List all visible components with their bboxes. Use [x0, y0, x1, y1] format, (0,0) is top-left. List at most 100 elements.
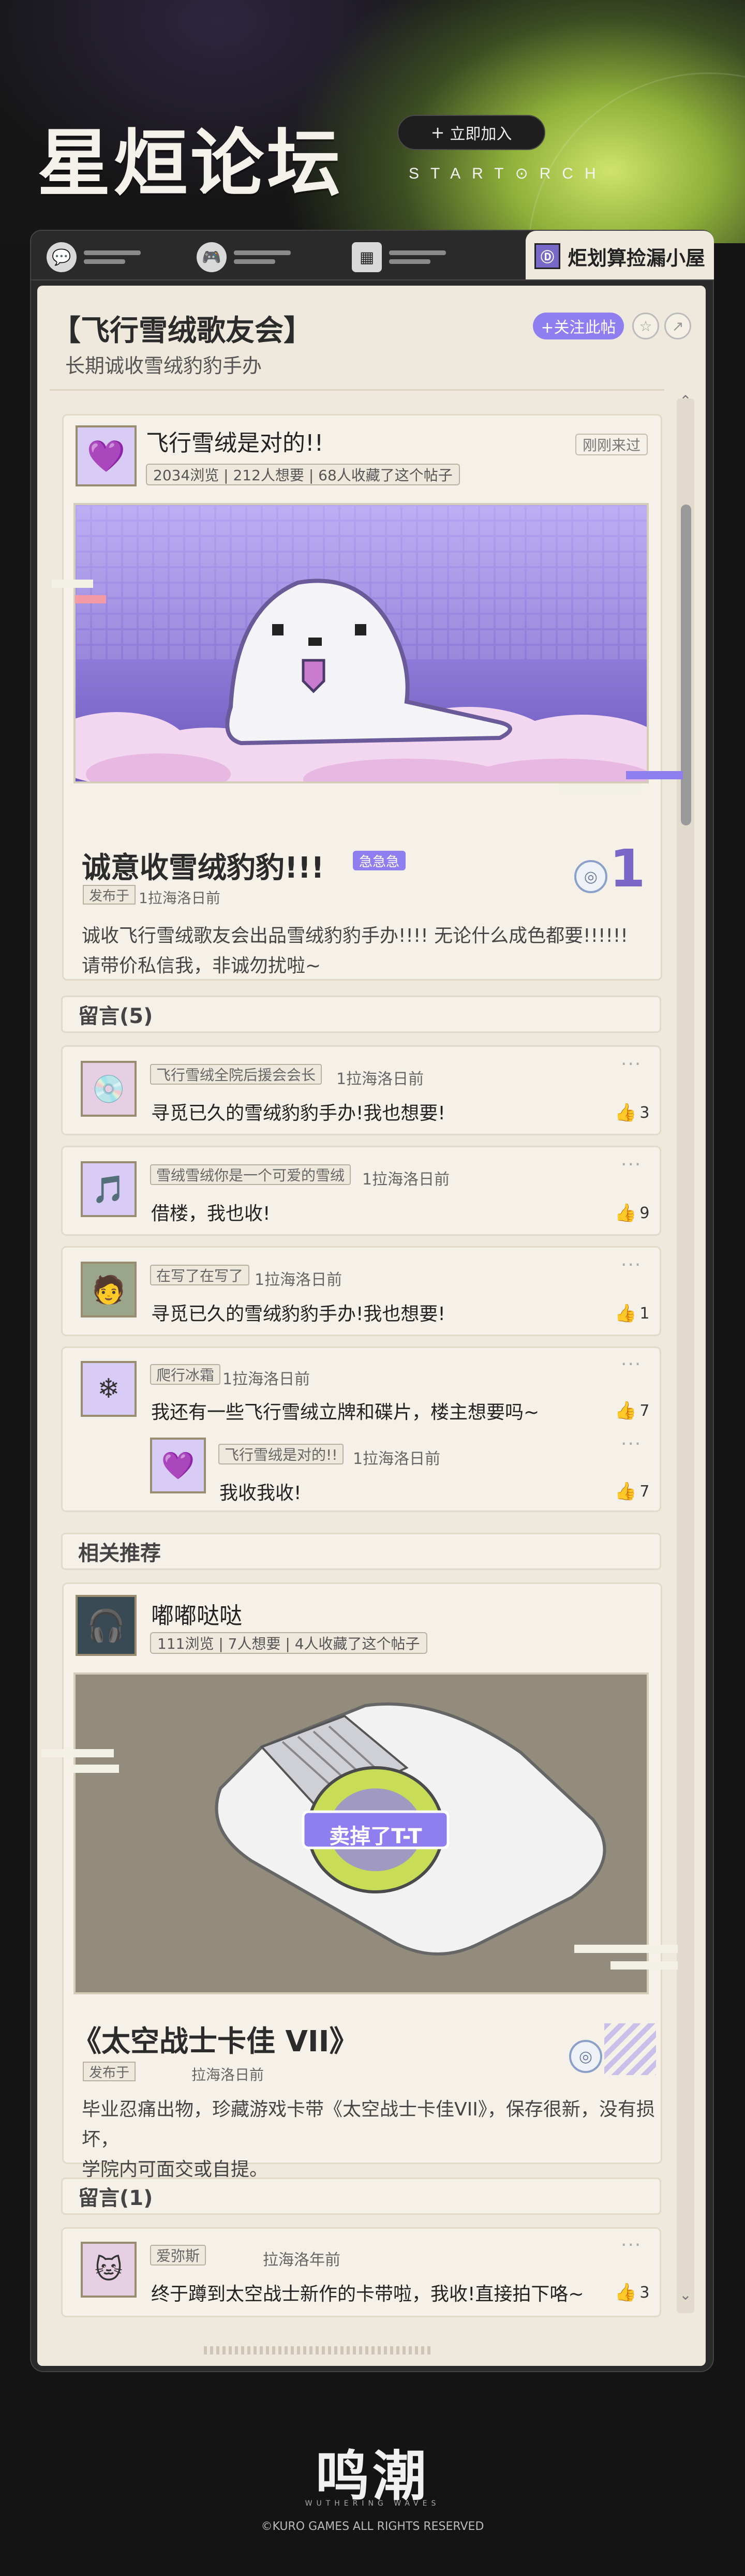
author-avatar[interactable]: 🎧	[76, 1595, 137, 1656]
header-banner: 星烜论坛 + 立即加入 START⊙RCH	[0, 0, 745, 243]
resize-grip[interactable]	[204, 2346, 431, 2355]
decorative-ring	[528, 72, 745, 243]
frame-icon: ▦	[352, 242, 382, 272]
decorative-stripe	[72, 1765, 119, 1773]
commenter-avatar[interactable]: ❄	[81, 1361, 137, 1417]
post-stats: 111浏览 | 7人想要 | 4人收藏了这个帖子	[150, 1632, 427, 1654]
thumbs-up-icon: 👍	[615, 1481, 637, 1502]
copyright: ©KURO GAMES ALL RIGHTS RESERVED	[261, 2520, 484, 2533]
rank-medal-icon: ◎	[569, 2040, 602, 2073]
comment-text: 寻觅已久的雪绒豹豹手办!我也想要!	[151, 1304, 445, 1325]
post-stats: 2034浏览 | 212人想要 | 68人收藏了这个帖子	[146, 464, 460, 485]
like-count: 3	[639, 1103, 650, 1122]
comment-time: 1拉海洛日前	[362, 1171, 450, 1189]
gamepad-icon: 🎮	[197, 242, 227, 272]
like-button[interactable]: 👍 3	[615, 1102, 649, 1123]
more-options-icon[interactable]: ···	[621, 1433, 642, 1455]
like-button[interactable]: 👍 7	[615, 1400, 649, 1421]
comments-header: 留言(1)	[61, 2178, 661, 2215]
snow-seal-pixel-art	[76, 505, 647, 781]
game-logo: 鸣潮	[315, 2445, 429, 2508]
more-options-icon[interactable]: ···	[621, 1054, 642, 1075]
more-options-icon[interactable]: ···	[621, 1354, 642, 1375]
decorative-stripe	[626, 771, 683, 779]
commenter-name[interactable]: 爱弥斯	[150, 2245, 206, 2266]
published-tag: 发布于	[83, 2062, 136, 2081]
commenter-avatar[interactable]: 🧑	[81, 1262, 137, 1317]
post-description: 毕业忍痛出物，珍藏游戏卡带《太空战士卡佳VII》，保存很新，没有损坏， 学院内可…	[82, 2095, 656, 2185]
commenter-name[interactable]: 在写了在写了	[150, 1265, 250, 1285]
decorative-stripe	[41, 1749, 114, 1757]
thumbs-up-icon: 👍	[615, 2282, 637, 2303]
reply-text: 我收我收!	[219, 1483, 302, 1504]
tab-bargain-hut[interactable]: Ⓓ 炬划算捡漏小屋	[526, 231, 714, 282]
commenter-name[interactable]: 爬行冰霜	[150, 1364, 221, 1385]
post-image[interactable]	[73, 503, 649, 783]
commenter-name[interactable]: 雪绒雪绒你是一个可爱的雪绒	[150, 1164, 351, 1185]
forum-tab-bar: 💬 🎮 ▦ Ⓓ 炬划算捡漏小屋	[30, 230, 714, 282]
thumbs-up-icon: 👍	[615, 1303, 637, 1324]
comment-text: 寻觅已久的雪绒豹豹手办!我也想要!	[151, 1103, 445, 1124]
decorative-stripe	[574, 1945, 678, 1953]
follow-post-button[interactable]: +关注此帖	[533, 313, 624, 339]
published-time: 1拉海洛日前	[139, 890, 220, 907]
decorative-stripe	[559, 784, 642, 792]
post-headline: 诚意收雪绒豹豹!!!	[82, 851, 324, 885]
tab-art[interactable]: ▦	[352, 242, 456, 272]
rank-placeholder-icon	[604, 2023, 656, 2075]
decorative-stripe	[75, 595, 106, 603]
page-title: 【飞行雪绒歌友会】	[52, 314, 312, 348]
reply-avatar[interactable]: 💜	[150, 1438, 206, 1493]
published-time: 拉海洛日前	[191, 2066, 264, 2083]
author-avatar[interactable]: 💜	[76, 425, 137, 486]
comment-text: 借楼，我也收!	[151, 1203, 271, 1224]
rank-number: 1	[609, 838, 646, 899]
page-subtitle: 长期诚收雪绒豹豹手办	[65, 354, 262, 377]
like-button[interactable]: 👍 7	[615, 1481, 649, 1502]
tab-bargain-hut-label: 炬划算捡漏小屋	[567, 246, 705, 270]
more-options-icon[interactable]: ···	[621, 1154, 642, 1175]
post-image[interactable]: 卖掉了T-T	[73, 1672, 649, 1994]
post-author-name[interactable]: 嘟嘟哒哒	[151, 1597, 242, 1630]
forum-title: 星烜论坛	[37, 121, 344, 206]
scroll-down-arrow-icon[interactable]: ⌄	[677, 2286, 694, 2307]
plus-icon: +	[430, 123, 445, 142]
rank-medal-icon: ◎	[574, 860, 607, 893]
decorative-stripe	[610, 1961, 678, 1970]
comment-time: 拉海洛年前	[263, 2251, 340, 2269]
share-icon[interactable]: ↗	[664, 313, 691, 339]
reply-author-name[interactable]: 飞行雪绒是对的!!	[218, 1444, 344, 1464]
comment-text: 我还有一些飞行雪绒立牌和碟片，楼主想要吗~	[151, 1402, 540, 1423]
like-count: 3	[639, 2283, 650, 2302]
post-author-name[interactable]: 飞行雪绒是对的!!	[146, 424, 323, 457]
commenter-avatar[interactable]: 💿	[81, 1061, 137, 1117]
commenter-avatar[interactable]: 🐱	[81, 2242, 137, 2298]
join-button-label: 立即加入	[450, 125, 512, 143]
like-count: 1	[639, 1304, 650, 1323]
like-button[interactable]: 👍 9	[615, 1203, 649, 1223]
more-options-icon[interactable]: ···	[621, 2234, 642, 2256]
like-count: 7	[639, 1482, 650, 1501]
like-button[interactable]: 👍 3	[615, 2282, 649, 2303]
comment-time: 1拉海洛日前	[222, 1370, 310, 1388]
tab-chat[interactable]: 💬	[47, 242, 151, 272]
published-tag: 发布于	[83, 885, 136, 905]
comment-time: 1拉海洛日前	[336, 1070, 424, 1088]
sold-out-label: 卖掉了T-T	[329, 1825, 422, 1848]
thumbs-up-icon: 👍	[615, 1203, 637, 1223]
tab-badge-icon: Ⓓ	[534, 243, 560, 269]
post-headline: 《太空战士卡佳 VII》	[72, 2025, 359, 2059]
like-count: 7	[639, 1401, 650, 1420]
thumbs-up-icon: 👍	[615, 1102, 637, 1123]
like-button[interactable]: 👍 1	[615, 1303, 649, 1324]
post-description-line: 请带价私信我，非诚勿扰啦~	[82, 955, 321, 976]
more-options-icon[interactable]: ···	[621, 1254, 642, 1276]
commenter-avatar[interactable]: 🎵	[81, 1161, 137, 1217]
comments-header: 留言(5)	[61, 996, 661, 1033]
favorite-star-icon[interactable]: ☆	[632, 313, 659, 339]
join-button[interactable]: + 立即加入	[397, 115, 545, 150]
related-header: 相关推荐	[61, 1533, 661, 1570]
tab-game[interactable]: 🎮	[197, 242, 301, 272]
recently-visited-tag: 刚刚来过	[575, 434, 648, 455]
commenter-name[interactable]: 飞行雪绒全院后援会会长	[150, 1064, 322, 1085]
